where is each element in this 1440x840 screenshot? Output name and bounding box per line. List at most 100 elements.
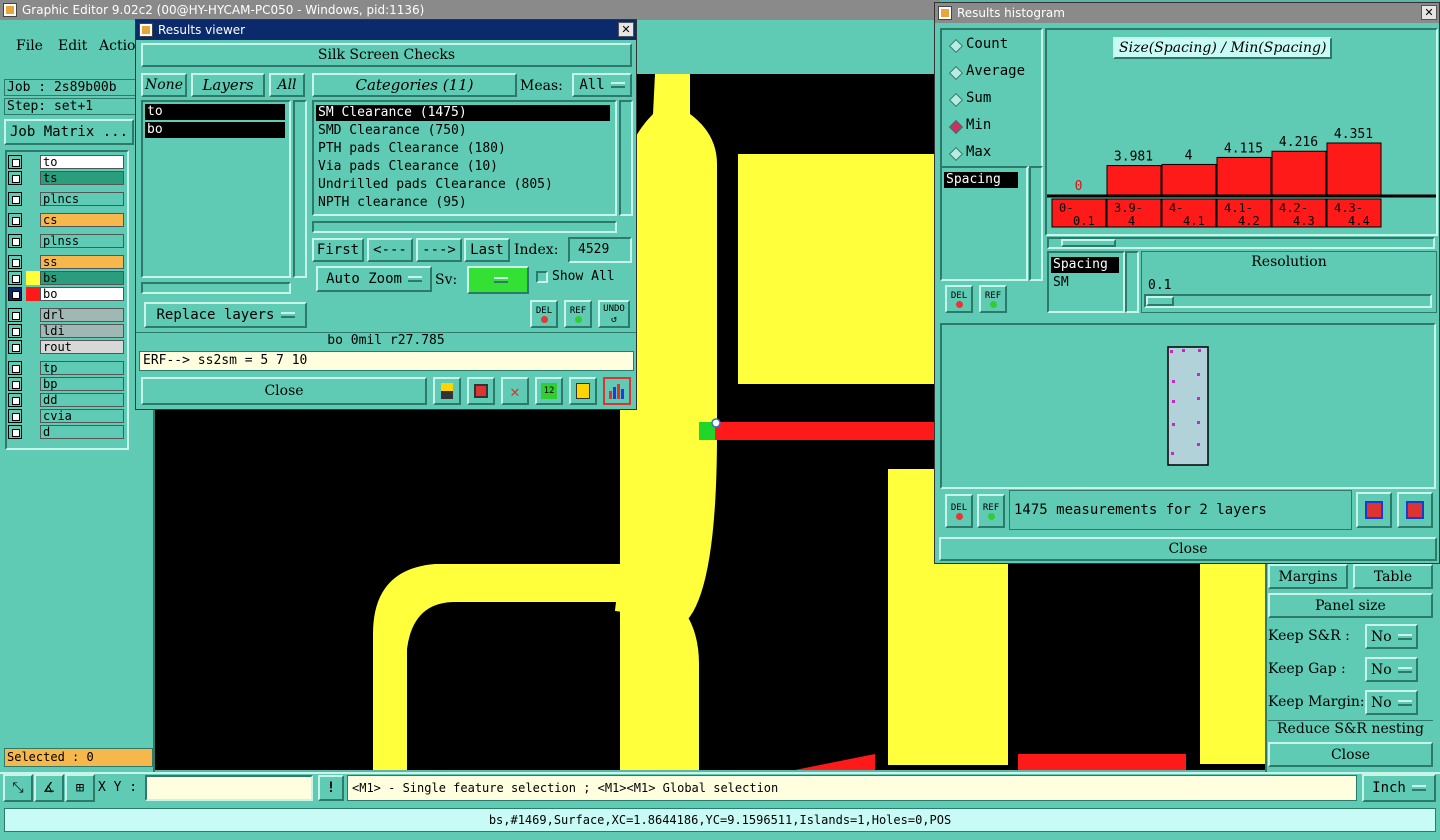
results-viewer-close-button[interactable]: Close bbox=[141, 377, 427, 405]
layer-row-bo[interactable]: bo bbox=[8, 287, 124, 301]
layer-color-swatch[interactable] bbox=[26, 361, 40, 375]
resolution-slider[interactable] bbox=[1144, 294, 1432, 308]
category-item[interactable]: Via pads Clearance (10) bbox=[316, 159, 610, 175]
layer-name[interactable]: cs bbox=[40, 213, 124, 227]
layer-checkbox[interactable] bbox=[8, 255, 22, 269]
histogram-hscroll[interactable] bbox=[1047, 237, 1435, 249]
right-close-button[interactable]: Close bbox=[1268, 742, 1433, 767]
menu-actions[interactable]: Actio bbox=[99, 38, 135, 54]
report-tool-icon[interactable] bbox=[467, 377, 495, 405]
layer-checkbox[interactable] bbox=[8, 409, 22, 423]
layer-row-tp[interactable]: tp bbox=[8, 361, 124, 375]
layer-checkbox[interactable] bbox=[8, 271, 22, 285]
next-button[interactable]: ---> bbox=[416, 238, 462, 262]
layer-list-vscroll[interactable] bbox=[293, 100, 307, 278]
meas-dropdown[interactable]: All bbox=[572, 73, 632, 97]
layer-name[interactable]: d bbox=[40, 425, 124, 439]
histogram-hscroll-thumb[interactable] bbox=[1061, 239, 1116, 247]
layer-checkbox[interactable] bbox=[8, 377, 22, 391]
attr-item-spacing[interactable]: Spacing bbox=[1051, 257, 1119, 273]
mode-label-sum[interactable]: Sum bbox=[966, 90, 991, 106]
del-button[interactable]: DEL bbox=[530, 300, 558, 328]
close-icon[interactable]: ✕ bbox=[618, 22, 634, 37]
category-item[interactable]: SM Clearance (1475) bbox=[316, 105, 610, 121]
all-layers-button[interactable]: All bbox=[269, 73, 305, 97]
layer-color-swatch[interactable] bbox=[26, 234, 40, 248]
layer-checkbox[interactable] bbox=[8, 287, 22, 301]
panel-size-button[interactable]: Panel size bbox=[1268, 593, 1433, 618]
layer-row-ts[interactable]: ts bbox=[8, 171, 124, 185]
layer-name[interactable]: to bbox=[40, 155, 124, 169]
prev-button[interactable]: <--- bbox=[367, 238, 413, 262]
replace-layers-dropdown[interactable]: Replace layers bbox=[144, 302, 307, 328]
layer-checkbox[interactable] bbox=[8, 361, 22, 375]
layer-color-swatch[interactable] bbox=[26, 425, 40, 439]
hist-del-button[interactable]: DEL bbox=[945, 285, 973, 313]
layer-name[interactable]: bo bbox=[40, 287, 124, 301]
layer-checkbox[interactable] bbox=[8, 393, 22, 407]
layer-checkbox[interactable] bbox=[8, 425, 22, 439]
layer-checkbox[interactable] bbox=[8, 340, 22, 354]
layer-color-swatch[interactable] bbox=[26, 171, 40, 185]
layer-checkbox[interactable] bbox=[8, 234, 22, 248]
job-matrix-button[interactable]: Job Matrix ... bbox=[4, 119, 134, 145]
keep-sr-dropdown[interactable]: No bbox=[1365, 624, 1418, 649]
layer-name[interactable]: bs bbox=[40, 271, 124, 285]
units-dropdown[interactable]: Inch bbox=[1362, 774, 1436, 802]
layer-color-swatch[interactable] bbox=[26, 308, 40, 322]
mode-label-count[interactable]: Count bbox=[966, 36, 1008, 52]
highlight-tool-icon[interactable] bbox=[433, 377, 461, 405]
layer-row-d[interactable]: d bbox=[8, 425, 124, 439]
attr-item-sm[interactable]: SM bbox=[1053, 275, 1069, 290]
auto-zoom-dropdown[interactable]: Auto Zoom bbox=[316, 266, 432, 292]
mode-label-min[interactable]: Min bbox=[966, 117, 991, 133]
spacing-list[interactable]: Spacing bbox=[940, 166, 1028, 281]
layer-row-ldi[interactable]: ldi bbox=[8, 324, 124, 338]
layer-color-swatch[interactable] bbox=[26, 213, 40, 227]
attr-vscroll[interactable] bbox=[1125, 251, 1139, 313]
layer-name[interactable]: drl bbox=[40, 308, 124, 322]
layer-color-swatch[interactable] bbox=[26, 155, 40, 169]
close-icon[interactable]: ✕ bbox=[1421, 5, 1437, 20]
xy-input[interactable] bbox=[145, 775, 313, 801]
layer-name[interactable]: bp bbox=[40, 377, 124, 391]
layer-color-swatch[interactable] bbox=[26, 409, 40, 423]
layer-row-cs[interactable]: cs bbox=[8, 213, 124, 227]
layer-name[interactable]: plncs bbox=[40, 192, 124, 206]
ref-button[interactable]: REF bbox=[564, 300, 592, 328]
layer-name[interactable]: plnss bbox=[40, 234, 124, 248]
layer-name[interactable]: ldi bbox=[40, 324, 124, 338]
layer-color-swatch[interactable] bbox=[26, 271, 40, 285]
layer-checkbox[interactable] bbox=[8, 213, 22, 227]
attr-list[interactable]: Spacing SM bbox=[1047, 251, 1125, 313]
layer-color-swatch[interactable] bbox=[26, 393, 40, 407]
first-button[interactable]: First bbox=[312, 238, 364, 262]
layer-name[interactable]: dd bbox=[40, 393, 124, 407]
layer-row-bs[interactable]: bs bbox=[8, 271, 124, 285]
layer-row-ss[interactable]: ss bbox=[8, 255, 124, 269]
layer-checkbox[interactable] bbox=[8, 192, 22, 206]
histogram-tool-icon[interactable] bbox=[603, 377, 631, 405]
layer-results-list[interactable]: to bo bbox=[141, 100, 291, 278]
layer-row-plncs[interactable]: plncs bbox=[8, 192, 124, 206]
alert-icon[interactable]: ! bbox=[318, 775, 344, 801]
layer-name[interactable]: rout bbox=[40, 340, 124, 354]
keep-gap-dropdown[interactable]: No bbox=[1365, 657, 1418, 682]
spacing-vscroll[interactable] bbox=[1029, 166, 1043, 281]
categories-list[interactable]: SM Clearance (1475) SMD Clearance (750) PT… bbox=[312, 100, 617, 216]
layer-row-rout[interactable]: rout bbox=[8, 340, 124, 354]
menu-edit[interactable]: Edit bbox=[58, 38, 87, 54]
layer-name[interactable]: tp bbox=[40, 361, 124, 375]
layer-color-swatch[interactable] bbox=[26, 340, 40, 354]
notes-tool-icon[interactable] bbox=[569, 377, 597, 405]
category-item[interactable]: PTH pads Clearance (180) bbox=[316, 141, 610, 157]
layer-color-swatch[interactable] bbox=[26, 377, 40, 391]
layer-color-swatch[interactable] bbox=[26, 192, 40, 206]
keep-margin-dropdown[interactable]: No bbox=[1365, 690, 1418, 715]
layer-row-to[interactable]: to bbox=[8, 155, 124, 169]
snap-tool-icon[interactable]: ⊞ bbox=[65, 774, 95, 802]
erase-tool-icon[interactable]: ✕ bbox=[501, 377, 529, 405]
categories-vscroll[interactable] bbox=[619, 100, 633, 216]
export-down-icon[interactable] bbox=[1356, 492, 1392, 528]
table-button[interactable]: Table bbox=[1353, 564, 1433, 589]
